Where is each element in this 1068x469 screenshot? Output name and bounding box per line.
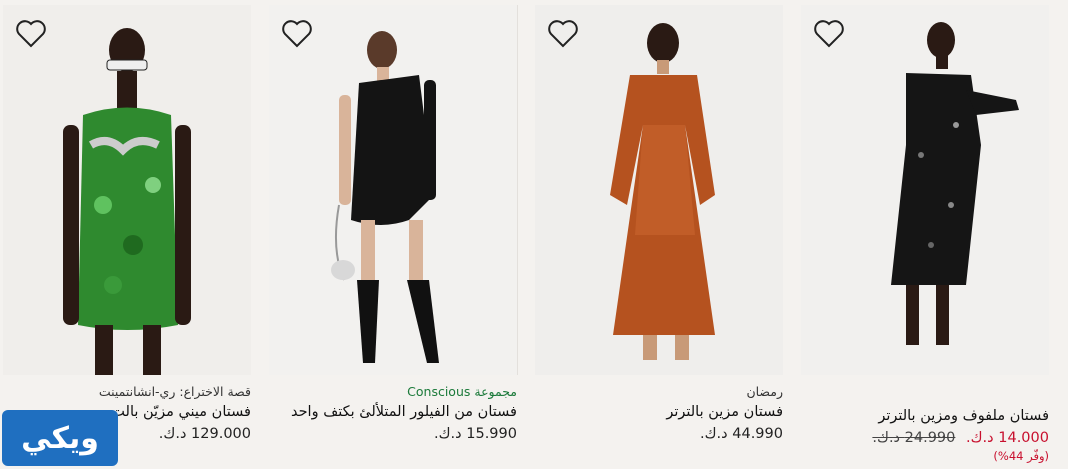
price-row: 44.990 د.ك. <box>535 423 783 445</box>
price-row: 15.990 د.ك. <box>269 423 517 445</box>
column-divider <box>517 5 518 375</box>
product-card-copper-sequin[interactable]: رمضان فستان مزين بالترتر 44.990 د.ك. <box>535 5 783 467</box>
product-price: 129.000 د.ك. <box>158 426 251 442</box>
discount-label: (وفّر 44%) <box>993 449 1049 463</box>
product-info: مجموعة Conscious فستان من الفيلور المتلأ… <box>269 383 517 445</box>
product-price: 44.990 د.ك. <box>700 426 783 442</box>
product-card-black-wrap[interactable]: فستان ملفوف ومزين بالترتر 14.000 د.ك. 24… <box>801 5 1049 467</box>
model-figure <box>3 5 251 375</box>
logo-text: ويكي <box>21 420 99 456</box>
heart-icon[interactable] <box>13 15 49 51</box>
product-image[interactable] <box>269 5 517 375</box>
product-image[interactable] <box>535 5 783 375</box>
model-figure <box>535 5 783 375</box>
product-title[interactable]: فستان مزين بالترتر <box>535 401 783 423</box>
heart-icon[interactable] <box>811 15 847 51</box>
product-card-velour[interactable]: مجموعة Conscious فستان من الفيلور المتلأ… <box>269 5 517 467</box>
product-tag: رمضان <box>746 384 783 399</box>
product-info: رمضان فستان مزين بالترتر 44.990 د.ك. <box>535 383 783 445</box>
product-tag: مجموعة Conscious <box>407 384 517 399</box>
product-sale-price: 14.000 د.ك. <box>966 430 1049 446</box>
product-tag: قصة الاختراع: ري-انشانتمينت <box>98 384 251 399</box>
product-image[interactable] <box>801 5 1049 375</box>
product-card-green-sequin[interactable]: قصة الاختراع: ري-انشانتمينت فستان ميني م… <box>3 5 251 467</box>
product-old-price: 24.990 د.ك. <box>872 430 956 446</box>
model-figure <box>269 5 517 375</box>
model-figure <box>801 5 1049 375</box>
product-info: فستان ملفوف ومزين بالترتر 14.000 د.ك. 24… <box>801 383 1049 463</box>
product-title[interactable]: فستان ملفوف ومزين بالترتر <box>801 405 1049 427</box>
product-image[interactable] <box>3 5 251 375</box>
heart-icon[interactable] <box>279 15 315 51</box>
heart-icon[interactable] <box>545 15 581 51</box>
product-price: 15.990 د.ك. <box>434 426 517 442</box>
site-logo: ويكي <box>2 410 118 466</box>
product-title[interactable]: فستان من الفيلور المتلألئ بكتف واحد <box>269 401 517 423</box>
price-row: 14.000 د.ك. 24.990 د.ك. <box>801 427 1049 449</box>
